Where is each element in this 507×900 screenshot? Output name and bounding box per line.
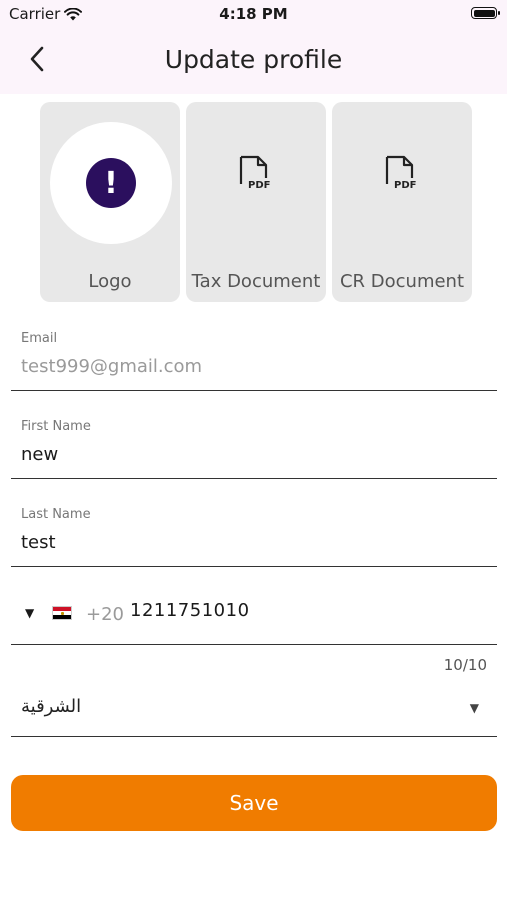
cr-document-card[interactable]: PDF CR Document xyxy=(332,102,472,302)
nav-bar: Update profile xyxy=(0,30,507,94)
alert-glyph: ! xyxy=(104,165,118,201)
last-name-label: Last Name xyxy=(21,507,91,522)
pdf-file-icon: PDF xyxy=(385,155,416,191)
phone-field[interactable]: ▼ +20 1211751010 xyxy=(11,590,497,645)
pdf-file-icon: PDF xyxy=(239,155,270,191)
cr-document-label: CR Document xyxy=(339,271,465,292)
egypt-flag-icon[interactable] xyxy=(52,606,72,620)
last-name-value: test xyxy=(21,532,56,553)
region-select[interactable]: الشرقية ▼ xyxy=(11,680,497,737)
pdf-badge: PDF xyxy=(394,180,416,191)
phone-number-value[interactable]: 1211751010 xyxy=(130,600,250,621)
status-time: 4:18 PM xyxy=(219,5,288,23)
chevron-down-icon: ▼ xyxy=(469,701,479,715)
pdf-badge: PDF xyxy=(248,180,270,191)
first-name-value: new xyxy=(21,444,59,465)
page-title: Update profile xyxy=(164,45,343,74)
tax-document-label: Tax Document xyxy=(191,271,321,292)
dial-code: +20 xyxy=(86,604,124,625)
save-button[interactable]: Save xyxy=(11,775,497,831)
logo-placeholder: ! xyxy=(50,122,172,244)
email-value: test999@gmail.com xyxy=(21,356,203,377)
email-label: Email xyxy=(21,331,58,346)
document-cards: ! Logo PDF Tax Document PDF CR Document xyxy=(40,102,472,302)
logo-card[interactable]: ! Logo xyxy=(40,102,180,302)
email-field[interactable]: Email test999@gmail.com xyxy=(11,325,497,391)
first-name-label: First Name xyxy=(21,419,91,434)
status-bar: Carrier 4:18 PM xyxy=(0,0,507,30)
alert-icon: ! xyxy=(86,158,136,208)
first-name-field[interactable]: First Name new xyxy=(11,413,497,479)
country-dropdown-caret-icon[interactable]: ▼ xyxy=(25,606,34,620)
last-name-field[interactable]: Last Name test xyxy=(11,501,497,567)
phone-char-counter: 10/10 xyxy=(443,656,487,674)
battery-icon xyxy=(471,7,500,19)
logo-label: Logo xyxy=(88,271,132,292)
region-value: الشرقية xyxy=(21,696,82,717)
tax-document-card[interactable]: PDF Tax Document xyxy=(186,102,326,302)
